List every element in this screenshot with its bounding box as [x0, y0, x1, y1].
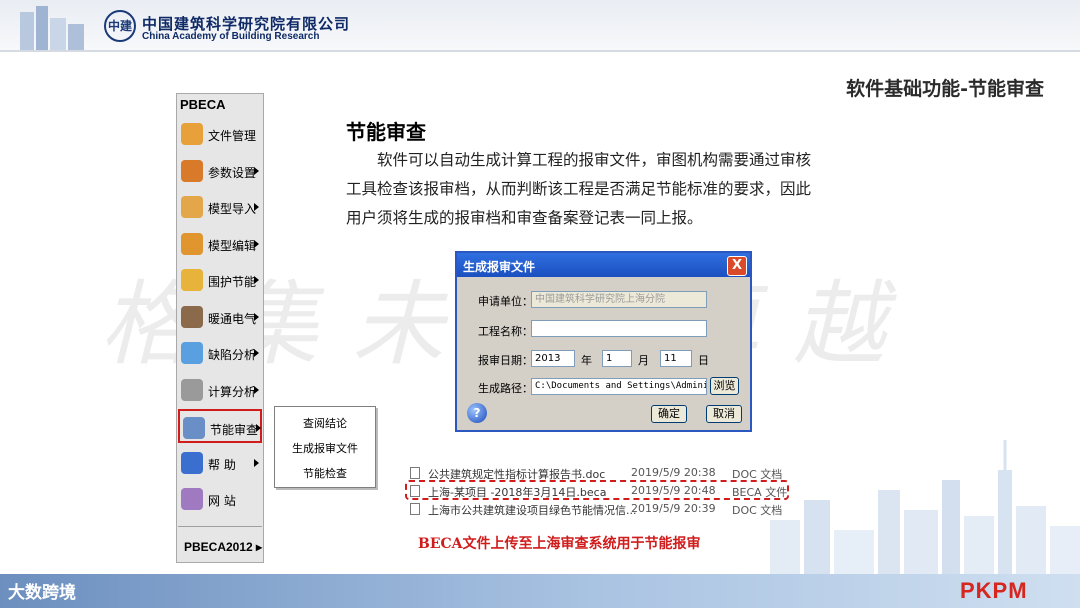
year-field[interactable]: 2013 — [531, 350, 575, 367]
sidebar-item[interactable]: 模型编辑 — [178, 227, 262, 261]
caption: BECA文件上传至上海审查系统用于节能报审 — [418, 536, 701, 552]
sidebar-item-label: 网 站 — [208, 494, 236, 508]
header-divider — [0, 50, 1080, 52]
sidebar-item[interactable]: 计算分析 — [178, 373, 262, 407]
sidebar-item-label: 计算分析 — [208, 384, 257, 399]
envelope-icon — [181, 269, 203, 291]
chevron-right-icon — [254, 276, 259, 284]
highlight-box — [405, 480, 789, 500]
close-icon[interactable]: X — [727, 256, 747, 276]
hvac-icon — [181, 305, 203, 328]
sidebar-item[interactable]: 参数设置 — [178, 154, 262, 188]
sidebar-item-label: 帮 助 — [208, 457, 236, 472]
project-label: 工程名称： — [478, 325, 533, 338]
unit-field[interactable]: 中国建筑科学研究院上海分院 — [531, 291, 707, 308]
model-edit-icon — [181, 232, 203, 255]
cancel-button[interactable]: 取消 — [706, 405, 742, 423]
company-logo: 中建 — [104, 10, 136, 42]
day-field[interactable]: 11 — [660, 350, 692, 367]
sidebar-item-label: 模型编辑 — [208, 238, 257, 253]
chevron-right-icon — [254, 349, 259, 357]
path-field[interactable]: C:\Documents and Settings\Administ — [531, 378, 707, 395]
params-icon — [181, 159, 203, 182]
sidebar-item[interactable]: 帮 助 — [178, 446, 262, 480]
chevron-right-icon — [254, 166, 259, 175]
dialog-title: 生成报审文件 — [463, 260, 536, 274]
building-graphic-icon — [20, 6, 84, 50]
sidebar-item-label: 暖通电气 — [208, 311, 257, 326]
model-import-icon — [181, 196, 203, 218]
sidebar-item-label: 缺陷分析 — [208, 348, 257, 362]
sidebar-item[interactable]: 网 站 — [178, 482, 262, 516]
help-icon[interactable]: ? — [467, 403, 487, 423]
help-icon — [181, 451, 203, 474]
section-title: 软件基础功能-节能审查 — [846, 78, 1044, 100]
chevron-right-icon — [254, 385, 259, 394]
sidebar-divider — [178, 526, 262, 527]
file-name: 上海市公共建筑建设项目绿色节能情况信... — [428, 504, 637, 517]
dialog-titlebar[interactable]: 生成报审文件 X — [457, 253, 750, 277]
sidebar-item[interactable]: 节能审查 — [178, 409, 262, 443]
doc-file-icon — [410, 503, 420, 515]
submenu-popup: 查阅结论 生成报审文件 节能检查 — [274, 406, 376, 488]
footer-brand: 大数跨境 — [8, 583, 76, 603]
month-field[interactable]: 1 — [602, 350, 632, 367]
project-name-field[interactable] — [531, 320, 707, 337]
content-heading: 节能审查 — [346, 120, 426, 144]
defect-icon — [181, 342, 203, 364]
file-row[interactable]: 上海市公共建筑建设项目绿色节能情况信... 2019/5/9 20:39 DOC… — [410, 500, 800, 518]
org-name-en: China Academy of Building Research — [142, 31, 320, 42]
month-unit: 月 — [638, 354, 649, 367]
ok-button[interactable]: 确定 — [651, 405, 687, 423]
file-date: 2019/5/9 20:38 — [631, 466, 716, 479]
sidebar-item[interactable]: 围护节能 — [178, 263, 262, 297]
sidebar-item-label: 节能审查 — [210, 423, 259, 437]
menu-item-energy-check[interactable]: 节能检查 — [275, 465, 375, 481]
content-paragraph: 软件可以自动生成计算工程的报审文件，审图机构需要通过审核工具检查该报审档，从而判… — [346, 151, 812, 227]
sidebar-item[interactable]: 文件管理 — [178, 117, 262, 151]
sidebar-item[interactable]: 缺陷分析 — [178, 336, 262, 370]
footer-bar — [0, 574, 1080, 608]
sidebar-item-label: 围护节能 — [208, 275, 257, 289]
city-skyline-icon — [770, 440, 1080, 574]
browse-button[interactable]: 浏览 — [710, 377, 739, 395]
menu-item-generate-file[interactable]: 生成报审文件 — [275, 440, 375, 456]
website-icon — [181, 488, 203, 510]
chevron-right-icon — [254, 239, 259, 248]
chevron-right-icon: ▸ — [256, 540, 263, 554]
sidebar-item-pbeca2012[interactable]: PBECA2012 ▸ — [184, 540, 262, 554]
day-unit: 日 — [698, 354, 709, 367]
sidebar-item-label: 文件管理 — [208, 129, 257, 143]
generate-file-dialog: 生成报审文件 X 申请单位： 中国建筑科学研究院上海分院 工程名称： 报审日期：… — [455, 251, 752, 432]
menu-item-view-conclusion[interactable]: 查阅结论 — [275, 415, 375, 431]
energy-review-icon — [183, 417, 205, 439]
path-label: 生成路径： — [478, 382, 533, 395]
calc-icon — [181, 378, 203, 401]
file-date: 2019/5/9 20:39 — [631, 502, 716, 515]
unit-label: 申请单位： — [478, 295, 533, 308]
sidebar-item[interactable]: 暖通电气 — [178, 300, 262, 334]
year-unit: 年 — [581, 354, 592, 367]
chevron-right-icon — [254, 203, 259, 211]
chevron-right-icon — [254, 458, 259, 467]
chevron-right-icon — [256, 424, 261, 432]
sidebar-item[interactable]: 模型导入 — [178, 190, 262, 224]
sidebar-bottom-label: PBECA2012 — [184, 540, 253, 554]
sidebar-item-label: 参数设置 — [208, 165, 257, 180]
sidebar-title: PBECA — [180, 97, 226, 112]
chevron-right-icon — [254, 312, 259, 321]
date-label: 报审日期： — [478, 354, 533, 367]
doc-file-icon — [410, 467, 420, 479]
pkpm-logo: PKPM — [960, 578, 1028, 603]
sidebar-item-label: 模型导入 — [208, 202, 257, 216]
file-manage-icon — [181, 123, 203, 145]
